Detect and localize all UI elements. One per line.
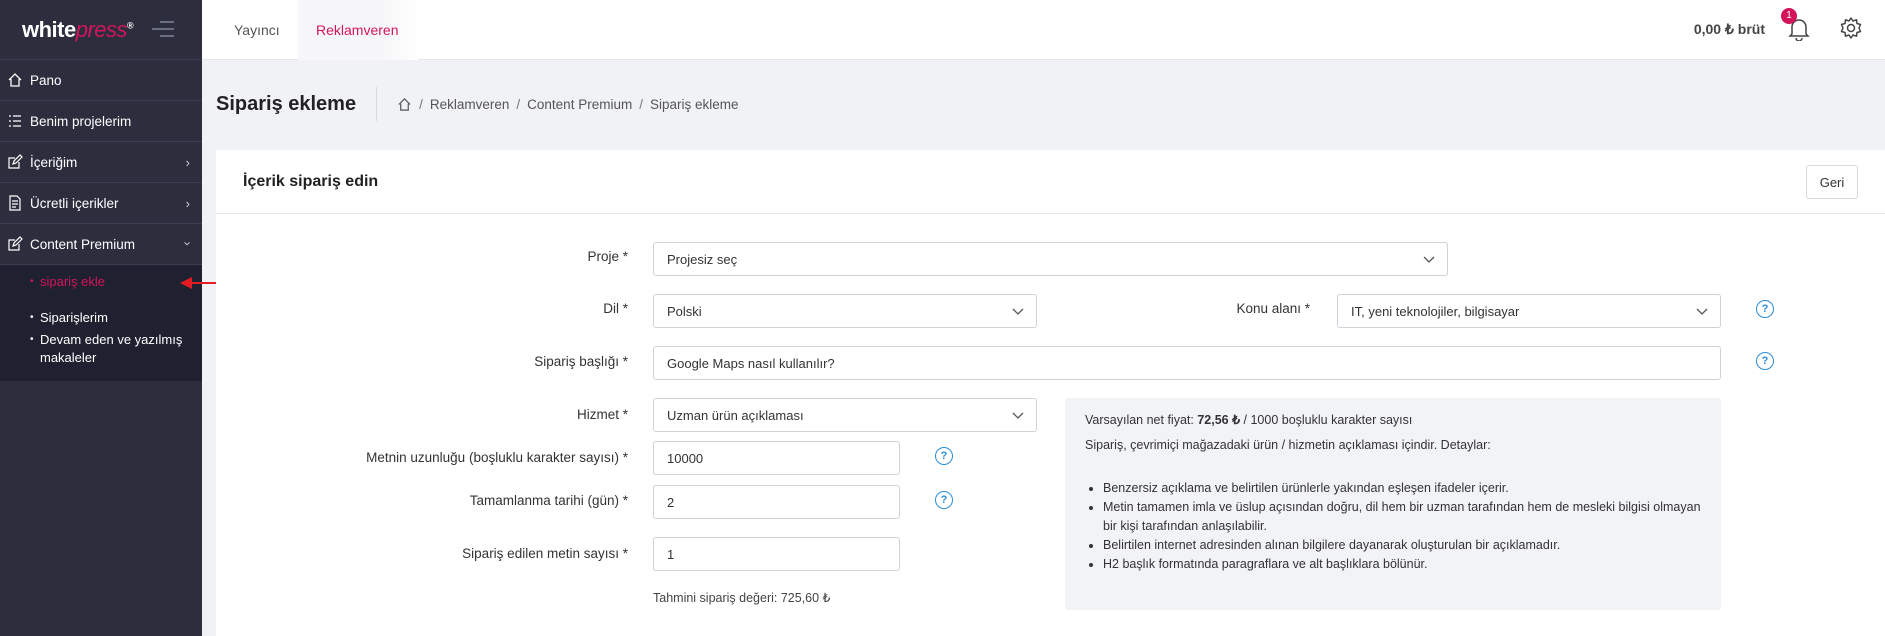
edit-icon: [6, 153, 24, 171]
breadcrumb-current: Sipariş ekleme: [649, 96, 739, 112]
logo-row: whitepress®: [0, 0, 202, 60]
chevron-down-icon: ›: [180, 241, 196, 246]
topic-select[interactable]: IT, yeni teknolojiler, bilgisayar: [1337, 294, 1721, 328]
back-button[interactable]: Geri: [1806, 165, 1858, 199]
sidebar: whitepress® Pano Benim projelerim İçeriğ…: [0, 0, 202, 636]
submenu-item-my-orders[interactable]: Siparişlerim: [0, 309, 202, 327]
breadcrumb-item[interactable]: Content Premium: [527, 97, 632, 112]
order-title-value: Google Maps nasıl kullanılır?: [667, 355, 835, 371]
chevron-right-icon: ›: [185, 155, 190, 170]
project-label: Proje *: [587, 249, 628, 264]
service-select[interactable]: Uzman ürün açıklaması: [653, 398, 1037, 432]
logo-white-text: white: [22, 16, 76, 42]
sidebar-item-paid-content[interactable]: Ücretli içerikler ›: [0, 183, 202, 224]
deadline-value: 2: [667, 494, 675, 510]
sidebar-item-label: Pano: [30, 72, 62, 88]
notification-badge: 1: [1781, 8, 1797, 24]
gear-icon[interactable]: [1839, 16, 1863, 40]
edit-icon: [6, 235, 24, 253]
text-count-input[interactable]: 1: [653, 537, 900, 571]
text-count-label: Sipariş edilen metin sayısı *: [462, 546, 628, 561]
details-list: Benzersiz açıklama ve belirtilen ürünler…: [1085, 479, 1701, 574]
list-item: Benzersiz açıklama ve belirtilen ürünler…: [1103, 479, 1701, 498]
submenu-item-add-order[interactable]: sipariş ekle: [0, 273, 202, 291]
logo-accent-text: press: [75, 16, 128, 42]
price-value: 72,56 ₺: [1197, 413, 1241, 427]
document-icon: [6, 194, 24, 212]
home-icon: [6, 71, 24, 89]
sidebar-item-content[interactable]: İçeriğim ›: [0, 142, 202, 183]
language-label: Dil *: [603, 301, 628, 316]
topbar: Yayıncı Reklamveren 0,00 ₺ brüt 1: [202, 0, 1885, 60]
service-select-value: Uzman ürün açıklaması: [667, 407, 804, 423]
service-label: Hizmet *: [576, 407, 628, 422]
price-suffix: / 1000 boşluklu karakter sayısı: [1240, 413, 1413, 427]
topic-select-value: IT, yeni teknolojiler, bilgisayar: [1351, 303, 1520, 319]
logo-mark: ®: [127, 20, 134, 31]
sidebar-item-content-premium[interactable]: Content Premium ›: [0, 224, 202, 265]
deadline-help-icon[interactable]: ?: [935, 491, 953, 509]
breadcrumb: / Reklamveren / Content Premium / Sipari…: [397, 96, 739, 112]
list-item: H2 başlık formatında paragraflara ve alt…: [1103, 555, 1701, 574]
list-item: Metin tamamen imla ve üslup açısından do…: [1103, 498, 1701, 536]
price-line: Varsayılan net fiyat: 72,56 ₺ / 1000 boş…: [1085, 411, 1701, 430]
sidebar-item-projects[interactable]: Benim projelerim: [0, 101, 202, 142]
text-length-value: 10000: [667, 450, 704, 466]
text-count-value: 1: [667, 546, 675, 562]
service-info-box: Varsayılan net fiyat: 72,56 ₺ / 1000 boş…: [1065, 398, 1721, 610]
submenu-label: sipariş ekle: [40, 274, 106, 289]
submenu-label: Devam eden ve yazılmış makaleler: [40, 332, 183, 365]
list-item: Belirtilen internet adresinden alınan bi…: [1103, 536, 1701, 555]
deadline-input[interactable]: 2: [653, 485, 900, 519]
deadline-label: Tamamlanma tarihi (gün) *: [469, 493, 628, 508]
topic-help-icon[interactable]: ?: [1756, 300, 1774, 318]
content-premium-submenu: sipariş ekle Siparişlerim Devam eden ve …: [0, 265, 202, 381]
chevron-down-icon: [1423, 256, 1435, 263]
chevron-down-icon: [1012, 308, 1024, 315]
estimated-value: Tahmini sipariş değeri: 725,60 ₺: [653, 591, 831, 605]
sidebar-item-label: Ücretli içerikler: [30, 195, 119, 211]
chevron-right-icon: ›: [185, 196, 190, 211]
balance[interactable]: 0,00 ₺ brüt: [1694, 21, 1765, 38]
order-title-input[interactable]: Google Maps nasıl kullanılır?: [653, 346, 1721, 380]
sidebar-item-label: Benim projelerim: [30, 113, 132, 129]
service-description: Sipariş, çevrimiçi mağazadaki ürün / hiz…: [1085, 438, 1491, 452]
language-select-value: Polski: [667, 303, 702, 319]
tab-advertiser[interactable]: Reklamveren: [298, 0, 418, 60]
page-header: Sipariş ekleme / Reklamveren / Content P…: [216, 76, 739, 132]
home-icon[interactable]: [397, 97, 412, 112]
project-select-value: Projesiz seç: [667, 251, 738, 267]
project-select[interactable]: Projesiz seç: [653, 242, 1448, 276]
topic-label: Konu alanı *: [1236, 301, 1310, 316]
language-select[interactable]: Polski: [653, 294, 1037, 328]
breadcrumb-item[interactable]: Reklamveren: [430, 97, 510, 112]
sidebar-item-label: İçeriğim: [30, 154, 78, 170]
chevron-down-icon: [1012, 412, 1024, 419]
text-length-input[interactable]: 10000: [653, 441, 900, 475]
sidebar-item-label: Content Premium: [30, 236, 136, 252]
submenu-item-ongoing-articles[interactable]: Devam eden ve yazılmış makaleler: [0, 331, 190, 367]
order-title-help-icon[interactable]: ?: [1756, 352, 1774, 370]
text-length-help-icon[interactable]: ?: [935, 447, 953, 465]
chevron-down-icon: [1696, 308, 1708, 315]
card-title: İçerik sipariş edin: [243, 172, 379, 190]
price-prefix: Varsayılan net fiyat:: [1085, 413, 1198, 427]
sidebar-item-pano[interactable]: Pano: [0, 60, 202, 101]
list-icon: [6, 112, 24, 130]
page-title: Sipariş ekleme: [216, 87, 378, 121]
logo[interactable]: whitepress®: [22, 16, 134, 43]
order-title-label: Sipariş başlığı *: [534, 354, 628, 369]
card-header: İçerik sipariş edin Geri: [216, 150, 1885, 214]
submenu-label: Siparişlerim: [40, 310, 108, 325]
tab-publisher[interactable]: Yayıncı: [234, 0, 280, 60]
menu-toggle-icon[interactable]: [152, 21, 174, 37]
text-length-label: Metnin uzunluğu (boşluklu karakter sayıs…: [366, 450, 628, 465]
